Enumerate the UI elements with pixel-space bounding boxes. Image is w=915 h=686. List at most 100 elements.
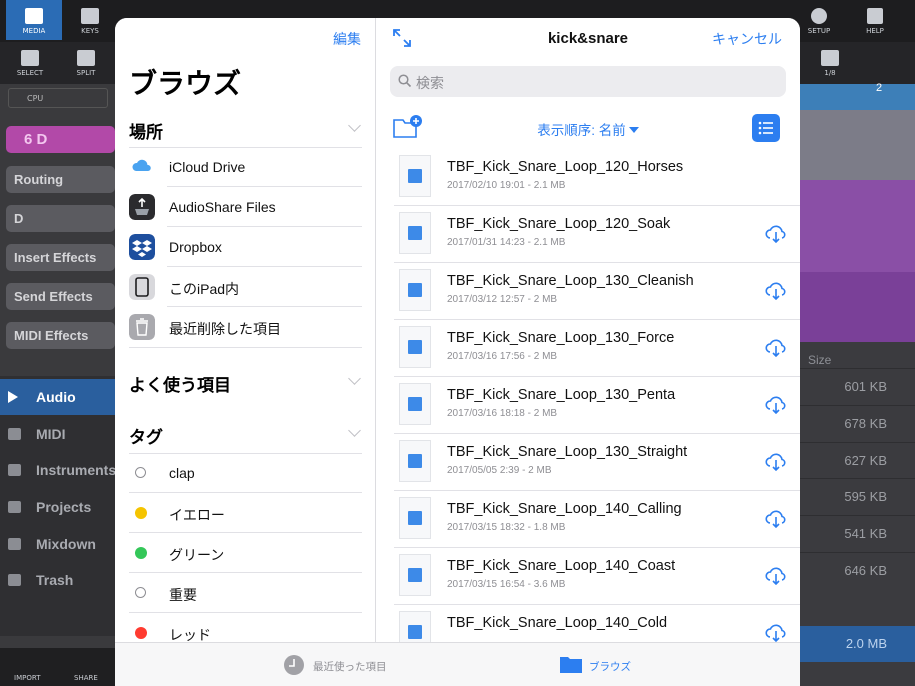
file-name: TBF_Kick_Snare_Loop_120_Horses: [447, 159, 684, 175]
tab-recents[interactable]: 最近使った項目: [283, 643, 413, 686]
split-tool-button[interactable]: SPLIT: [58, 46, 114, 86]
audio-file-icon: [399, 440, 431, 482]
divider: [129, 347, 362, 348]
audio-file-icon: [399, 497, 431, 539]
clock-icon: [284, 655, 304, 675]
location-dropbox[interactable]: Dropbox: [115, 227, 375, 267]
location-icloud-drive[interactable]: iCloud Drive: [115, 147, 375, 187]
location-audioshare-files[interactable]: AudioShare Files: [115, 187, 375, 227]
insert-effects-button[interactable]: Insert Effects: [6, 244, 115, 271]
cloud-download-icon[interactable]: [764, 394, 788, 414]
file-name: TBF_Kick_Snare_Loop_130_Force: [447, 330, 675, 346]
select-tool-button[interactable]: SELECT: [2, 46, 58, 86]
tag-important[interactable]: 重要: [115, 573, 375, 613]
cloud-download-icon[interactable]: [764, 508, 788, 528]
nav-projects[interactable]: Projects: [0, 489, 115, 525]
help-button[interactable]: HELP: [850, 0, 900, 42]
ruler-bar-number: 2: [876, 82, 883, 94]
chevron-down-icon[interactable]: [348, 119, 361, 132]
file-meta: 2017/01/31 14:23 - 2.1 MB: [447, 237, 566, 248]
cloud-download-icon[interactable]: [764, 223, 788, 243]
empty-circle-icon: [135, 587, 146, 598]
chevron-down-icon[interactable]: [348, 424, 361, 437]
size-cell: 541 KB: [800, 515, 915, 551]
locations-header[interactable]: 場所: [129, 118, 163, 143]
cloud-download-icon[interactable]: [764, 337, 788, 357]
empty-circle-icon: [135, 467, 146, 478]
search-placeholder: 検索: [416, 75, 444, 91]
browser-tab-bar: 最近使った項目 ブラウズ: [115, 642, 800, 686]
tag-clap[interactable]: clap: [115, 453, 375, 493]
import-button[interactable]: IMPORT: [14, 674, 40, 682]
cloud-download-icon[interactable]: [764, 451, 788, 471]
tag-green[interactable]: グリーン: [115, 533, 375, 573]
size-cell: 601 KB: [800, 368, 915, 404]
browser-sidebar: 編集 ブラウズ 場所 iCloud Drive AudioShare Files: [115, 18, 376, 643]
file-meta: 2017/03/12 12:57 - 2 MB: [447, 294, 558, 305]
sort-order-button[interactable]: 表示順序: 名前: [376, 119, 800, 139]
grid-icon: [821, 50, 839, 66]
send-effects-button[interactable]: Send Effects: [6, 283, 115, 310]
file-row[interactable]: TBF_Kick_Snare_Loop_140_Calling 2017/03/1…: [394, 491, 800, 548]
track-input-button[interactable]: D: [6, 205, 115, 232]
media-button[interactable]: MEDIA: [6, 0, 62, 40]
midi-region[interactable]: [800, 180, 915, 272]
midi-region[interactable]: [800, 272, 915, 342]
routing-button[interactable]: Routing: [6, 166, 115, 193]
file-row[interactable]: TBF_Kick_Snare_Loop_140_Cold: [394, 605, 800, 642]
keys-button[interactable]: KEYS: [62, 0, 118, 40]
file-row[interactable]: TBF_Kick_Snare_Loop_140_Coast 2017/03/15 …: [394, 548, 800, 605]
location-on-my-ipad[interactable]: このiPad内: [115, 267, 375, 307]
audio-file-icon: [399, 212, 431, 254]
favorites-header[interactable]: よく使う項目: [129, 371, 231, 396]
size-cell: 595 KB: [800, 478, 915, 514]
size-cell-selected: 2.0 MB: [800, 626, 915, 662]
cloud-download-icon[interactable]: [764, 280, 788, 300]
list-view-button[interactable]: [752, 114, 780, 142]
midi-effects-button[interactable]: MIDI Effects: [6, 322, 115, 349]
nav-trash[interactable]: Trash: [0, 562, 115, 598]
setup-button[interactable]: SETUP: [794, 0, 844, 42]
file-row[interactable]: TBF_Kick_Snare_Loop_120_Horses 2017/02/10…: [394, 149, 800, 206]
list-icon: [8, 501, 21, 513]
share-button[interactable]: SHARE: [74, 674, 98, 682]
cloud-download-icon[interactable]: [764, 622, 788, 642]
location-recently-deleted[interactable]: 最近削除した項目: [115, 307, 375, 347]
browser-main-pane: kick&snare キャンセル 検索 表示順序: 名前 TBF_Kick_Sn…: [376, 18, 800, 642]
tag-yellow[interactable]: イエロー: [115, 493, 375, 533]
nav-instruments[interactable]: Instruments: [0, 452, 116, 488]
red-dot-icon: [135, 627, 147, 639]
cpu-meter: CPU: [8, 88, 108, 108]
play-icon: [8, 391, 18, 403]
file-row[interactable]: TBF_Kick_Snare_Loop_130_Force 2017/03/16 …: [394, 320, 800, 377]
size-cell: 678 KB: [800, 405, 915, 441]
audio-file-icon: [399, 155, 431, 197]
audio-file-icon: [399, 383, 431, 425]
file-row[interactable]: TBF_Kick_Snare_Loop_130_Straight 2017/05/…: [394, 434, 800, 491]
file-row[interactable]: TBF_Kick_Snare_Loop_130_Cleanish 2017/03/…: [394, 263, 800, 320]
file-meta: 2017/03/16 18:18 - 2 MB: [447, 408, 558, 419]
track-header[interactable]: 6 D: [6, 126, 115, 153]
tags-header[interactable]: タグ: [129, 423, 163, 448]
daw-bottom-bar: IMPORT SHARE: [0, 648, 115, 686]
edit-button[interactable]: 編集: [333, 29, 361, 49]
size-column-header: Size: [808, 353, 832, 367]
audioshare-icon: [129, 194, 155, 220]
tab-browse[interactable]: ブラウズ: [559, 643, 649, 686]
yellow-dot-icon: [135, 507, 147, 519]
timeline-ruler[interactable]: 2: [800, 82, 915, 110]
file-row[interactable]: TBF_Kick_Snare_Loop_120_Soak 2017/01/31 1…: [394, 206, 800, 263]
file-list: TBF_Kick_Snare_Loop_120_Horses 2017/02/10…: [376, 149, 800, 642]
audio-region[interactable]: [800, 110, 915, 180]
file-row[interactable]: TBF_Kick_Snare_Loop_130_Penta 2017/03/16 …: [394, 377, 800, 434]
cloud-download-icon[interactable]: [764, 565, 788, 585]
search-input[interactable]: 検索: [390, 66, 786, 97]
nav-audio[interactable]: Audio: [0, 379, 115, 415]
dropbox-icon: [129, 234, 155, 260]
chevron-down-icon[interactable]: [348, 372, 361, 385]
nav-midi[interactable]: MIDI: [0, 416, 115, 452]
cancel-button[interactable]: キャンセル: [712, 29, 782, 49]
file-name: TBF_Kick_Snare_Loop_130_Cleanish: [447, 273, 694, 289]
snap-button[interactable]: 1/8: [802, 46, 858, 86]
nav-mixdown[interactable]: Mixdown: [0, 526, 115, 562]
